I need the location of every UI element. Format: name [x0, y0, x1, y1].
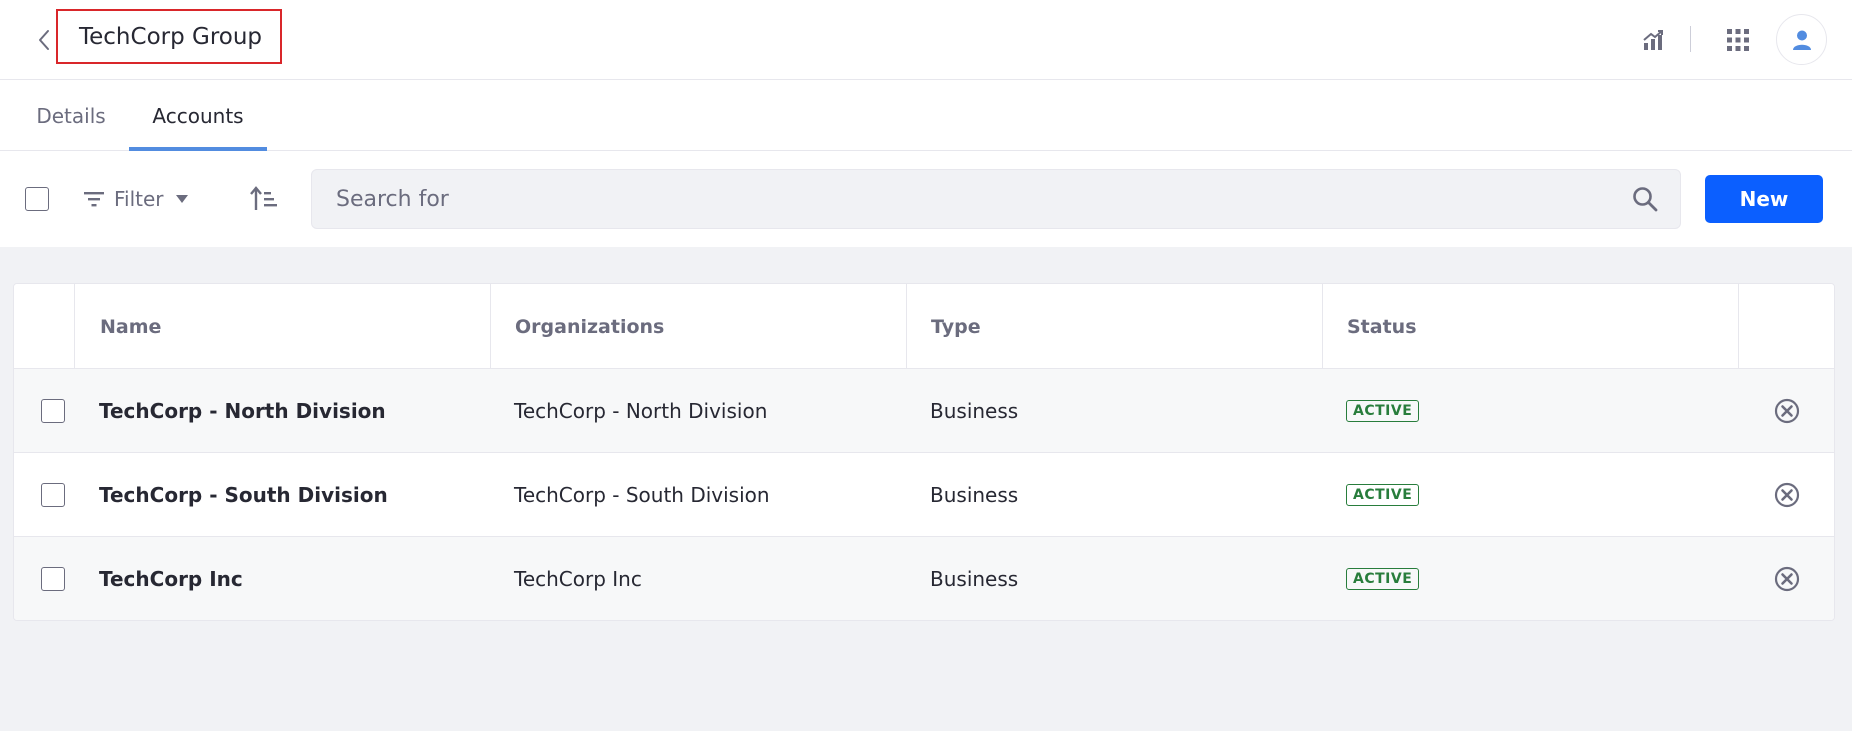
page-header: TechCorp Group — [0, 0, 1852, 80]
page-title: TechCorp Group — [56, 9, 282, 64]
column-header-organizations[interactable]: Organizations — [490, 284, 906, 369]
status-cell: ACTIVE — [1346, 537, 1420, 620]
table-row[interactable]: TechCorp - South Division TechCorp - Sou… — [14, 453, 1834, 537]
status-cell: ACTIVE — [1346, 369, 1420, 453]
sort-button[interactable] — [246, 181, 282, 217]
user-icon — [1792, 30, 1811, 50]
account-organizations: TechCorp - South Division — [514, 483, 770, 507]
filter-label: Filter — [114, 187, 164, 211]
filter-icon — [84, 192, 104, 207]
column-header-type[interactable]: Type — [906, 284, 1322, 369]
select-all-checkbox[interactable] — [25, 187, 49, 211]
back-button[interactable] — [30, 22, 58, 58]
account-type: Business — [930, 483, 1019, 507]
account-name[interactable]: TechCorp - North Division — [99, 369, 386, 453]
page-title-text: TechCorp Group — [79, 23, 263, 50]
account-organizations: TechCorp - North Division — [514, 399, 768, 423]
new-button[interactable]: New — [1705, 175, 1823, 223]
remove-circle-icon — [1774, 482, 1800, 508]
management-toolbar: Filter New — [0, 151, 1852, 247]
header-divider — [1690, 26, 1691, 52]
search-button[interactable] — [1628, 182, 1662, 216]
sort-order-icon — [250, 186, 277, 210]
apps-menu-button[interactable] — [1720, 22, 1756, 58]
account-type: Business — [930, 567, 1019, 591]
row-select-checkbox[interactable] — [41, 399, 65, 423]
tab-bar: Details Accounts — [0, 80, 1852, 151]
status-badge: ACTIVE — [1346, 484, 1420, 506]
remove-row-button[interactable] — [1772, 480, 1802, 510]
search-input[interactable] — [312, 170, 1612, 228]
table-row[interactable]: TechCorp Inc TechCorp Inc Business ACTIV… — [14, 537, 1834, 620]
row-select-checkbox[interactable] — [41, 567, 65, 591]
search-icon — [1633, 187, 1658, 212]
header-actions-column — [1738, 284, 1834, 369]
header-select-column — [14, 284, 74, 369]
apps-grid-icon — [1727, 29, 1749, 51]
remove-circle-icon — [1774, 566, 1800, 592]
tab-accounts[interactable]: Accounts — [129, 80, 267, 151]
search-bar — [311, 169, 1681, 229]
user-avatar[interactable] — [1776, 14, 1827, 65]
table-header: Name Organizations Type Status — [14, 284, 1834, 369]
status-badge: ACTIVE — [1346, 400, 1420, 422]
filter-button[interactable]: Filter — [84, 181, 190, 217]
account-type: Business — [930, 399, 1019, 423]
remove-circle-icon — [1774, 398, 1800, 424]
account-name[interactable]: TechCorp Inc — [99, 537, 243, 620]
row-select-checkbox[interactable] — [41, 483, 65, 507]
analytics-button[interactable] — [1635, 22, 1671, 58]
caret-down-icon — [175, 195, 188, 203]
remove-row-button[interactable] — [1772, 564, 1802, 594]
accounts-table: Name Organizations Type Status TechCorp … — [13, 283, 1835, 621]
table-row[interactable]: TechCorp - North Division TechCorp - Nor… — [14, 369, 1834, 453]
column-header-name[interactable]: Name — [74, 284, 490, 369]
column-header-status[interactable]: Status — [1322, 284, 1738, 369]
remove-row-button[interactable] — [1772, 396, 1802, 426]
analytics-icon — [1643, 30, 1663, 50]
tab-details[interactable]: Details — [24, 80, 118, 151]
status-badge: ACTIVE — [1346, 568, 1420, 590]
account-name[interactable]: TechCorp - South Division — [99, 453, 388, 537]
chevron-left-icon — [39, 30, 49, 50]
account-organizations: TechCorp Inc — [514, 567, 642, 591]
status-cell: ACTIVE — [1346, 453, 1420, 537]
